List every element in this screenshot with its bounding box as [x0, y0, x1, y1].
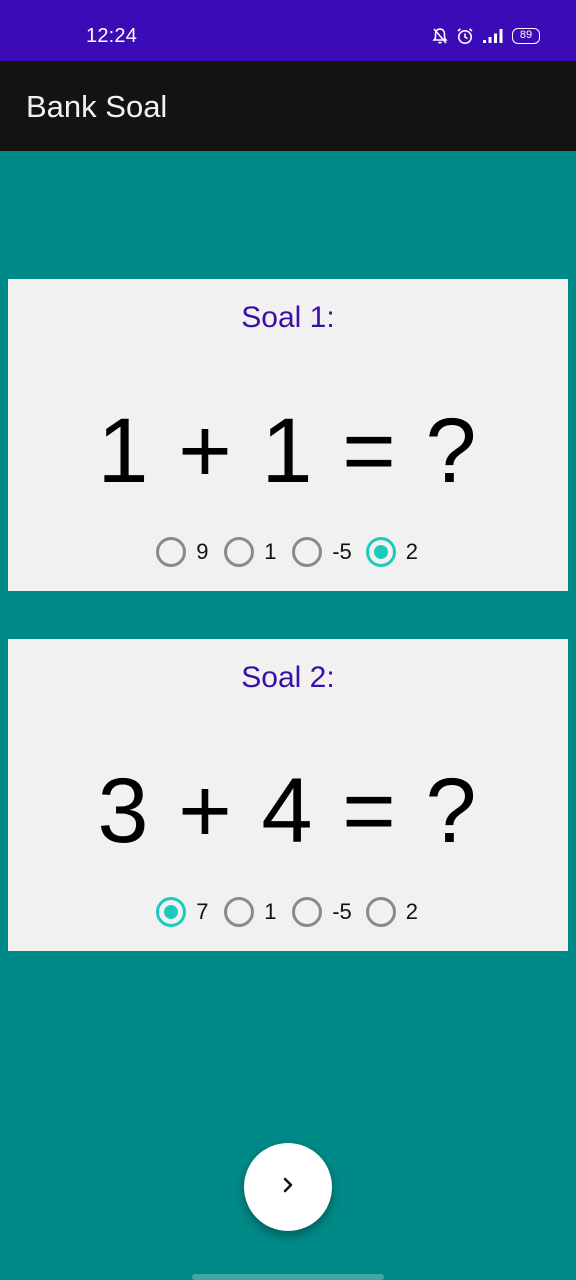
answer-option[interactable]: 1 — [224, 897, 278, 927]
answer-option[interactable]: 9 — [156, 537, 210, 567]
home-indicator — [192, 1274, 384, 1280]
answer-option-label: 1 — [264, 539, 277, 564]
radio-button[interactable] — [365, 537, 396, 567]
radio-button[interactable] — [292, 897, 323, 927]
answer-option-label: 1 — [264, 899, 277, 924]
answer-option[interactable]: 2 — [365, 537, 420, 567]
radio-button[interactable] — [365, 897, 396, 927]
answer-option[interactable]: 1 — [224, 537, 278, 567]
signal-icon — [482, 28, 504, 44]
question-card: Soal 1: 1 + 1 = ? 9 1 -5 2 — [8, 279, 568, 591]
status-time: 12:24 — [86, 25, 138, 47]
app-bar: Bank Soal — [0, 61, 576, 151]
chevron-right-icon — [278, 1175, 298, 1200]
answer-option[interactable]: -5 — [292, 537, 352, 567]
answer-radio-group: 9 1 -5 2 — [8, 535, 568, 569]
answer-option[interactable]: 2 — [365, 897, 420, 927]
answer-option-label: 9 — [196, 539, 209, 564]
answer-option-label: 7 — [196, 899, 209, 924]
answer-option[interactable]: 7 — [156, 897, 210, 927]
answer-option-label: 2 — [405, 899, 419, 924]
status-icons: 89 — [432, 24, 540, 48]
app-title: Bank Soal — [26, 89, 168, 124]
answer-option-label: 2 — [405, 539, 419, 564]
question-expression: 3 + 4 = ? — [97, 760, 479, 862]
question-label: Soal 1: — [241, 301, 335, 334]
answer-radio-group: 7 1 -5 2 — [8, 895, 568, 929]
bell-off-icon — [432, 27, 448, 45]
answer-option[interactable]: -5 — [292, 897, 352, 927]
radio-button[interactable] — [224, 537, 255, 567]
radio-button[interactable] — [156, 537, 187, 567]
question-card: Soal 2: 3 + 4 = ? 7 1 -5 2 — [8, 639, 568, 951]
radio-button[interactable] — [224, 897, 255, 927]
status-bar: 12:24 89 — [0, 0, 576, 61]
alarm-icon — [456, 27, 474, 45]
next-button[interactable] — [244, 1143, 332, 1231]
answer-option-label: -5 — [332, 539, 352, 564]
battery-icon: 89 — [512, 28, 540, 44]
question-label: Soal 2: — [241, 661, 335, 694]
radio-button[interactable] — [292, 537, 323, 567]
question-expression: 1 + 1 = ? — [97, 400, 479, 502]
radio-button[interactable] — [156, 897, 187, 927]
answer-option-label: -5 — [332, 899, 352, 924]
